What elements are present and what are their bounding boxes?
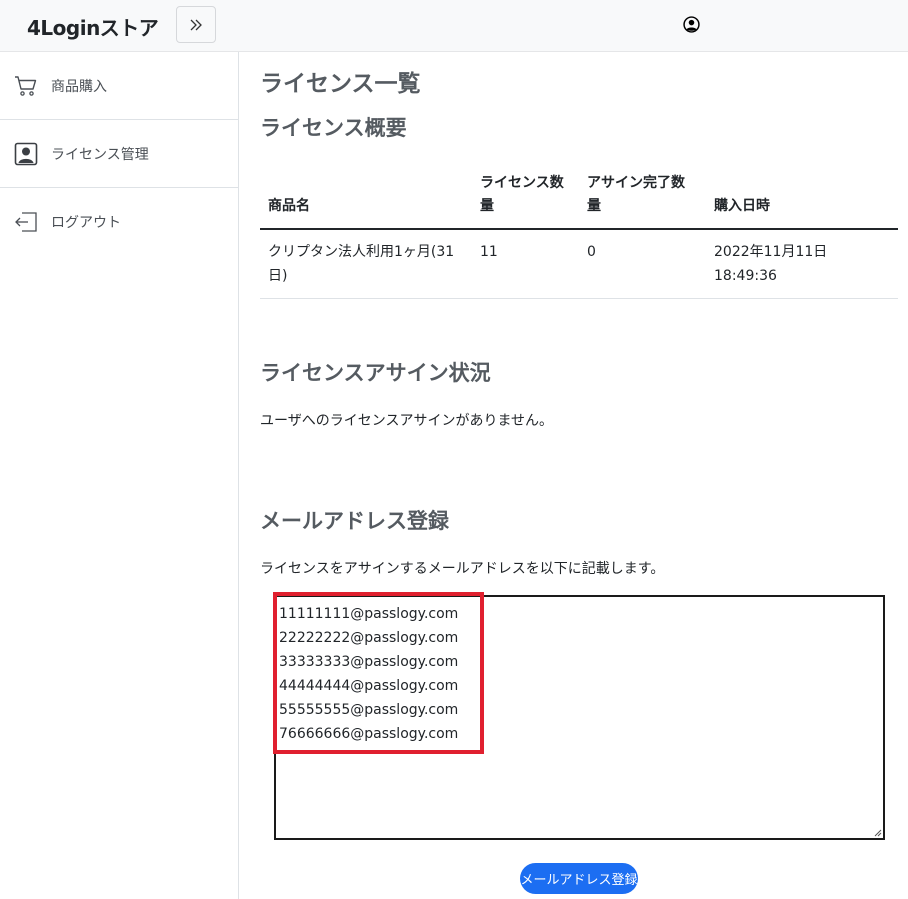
sidebar-item-label: 商品購入 [51, 78, 107, 95]
user-badge-icon [14, 141, 40, 167]
double-chevron-right-icon [190, 19, 202, 30]
top-navbar: 4Loginストア [0, 0, 908, 52]
user-circle-icon[interactable] [683, 16, 700, 33]
cell-product: クリプタン法人利用1ヶ月(31日) [260, 229, 472, 299]
logout-icon [14, 209, 40, 235]
sidebar-item-logout[interactable]: ログアウト [0, 188, 238, 256]
assign-status-message: ユーザへのライセンスアサインがありません。 [260, 413, 554, 429]
sidebar-toggle-button[interactable] [176, 6, 216, 43]
cell-purchase-date: 2022年11月11日 18:49:36 [706, 229, 898, 299]
email-register-button[interactable]: メールアドレス登録 [520, 863, 638, 894]
sidebar-item-label: ログアウト [51, 215, 121, 231]
cell-assigned-count: 0 [579, 229, 706, 299]
table-header-row: 商品名 ライセンス数量 アサイン完了数量 購入日時 [260, 168, 898, 230]
sidebar-item-license-management[interactable]: ライセンス管理 [0, 120, 238, 188]
cart-icon [14, 73, 40, 99]
column-header-assigned-count: アサイン完了数量 [579, 168, 706, 230]
sidebar-item-label: ライセンス管理 [51, 146, 149, 163]
brand-logo[interactable]: 4Loginストア [27, 12, 159, 41]
email-register-description: ライセンスをアサインするメールアドレスを以下に記載します。 [260, 561, 665, 577]
cell-license-count: 11 [472, 229, 579, 299]
table-row: クリプタン法人利用1ヶ月(31日) 11 0 2022年11月11日 18:49… [260, 229, 898, 299]
sidebar-item-purchase[interactable]: 商品購入 [0, 52, 238, 120]
email-register-title: メールアドレス登録 [260, 509, 449, 533]
assign-status-title: ライセンスアサイン状況 [260, 361, 491, 385]
column-header-product: 商品名 [260, 168, 472, 230]
highlight-annotation-box [273, 592, 484, 754]
sidebar: 商品購入 ライセンス管理 ログアウト [0, 52, 239, 899]
resize-handle-icon[interactable] [872, 827, 882, 837]
column-header-license-count: ライセンス数量 [472, 168, 579, 230]
license-summary-table: 商品名 ライセンス数量 アサイン完了数量 購入日時 クリプタン法人利用1ヶ月(3… [260, 168, 898, 299]
license-summary-title: ライセンス概要 [260, 116, 407, 140]
page-title: ライセンス一覧 [260, 71, 421, 97]
column-header-purchase-date: 購入日時 [706, 168, 898, 230]
